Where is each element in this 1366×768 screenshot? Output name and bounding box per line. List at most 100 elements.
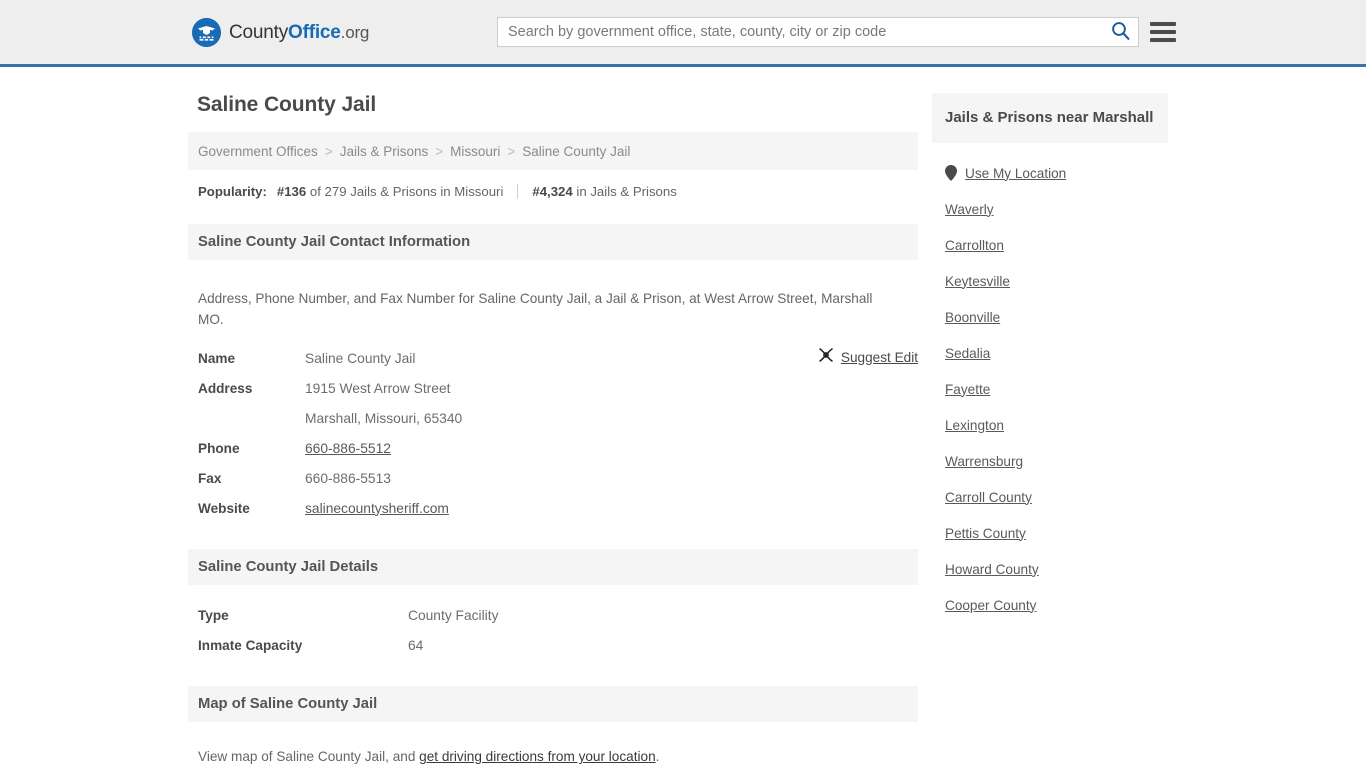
breadcrumb-item-current: Saline County Jail [522,143,631,159]
contact-row-address-line2: Marshall, Missouri, 65340 [198,404,908,434]
contact-row-phone: Phone 660-886-5512 [198,434,908,464]
contact-key-website: Website [198,500,250,516]
popularity-overall-suffix: in Jails & Prisons [576,184,677,199]
popularity-divider [517,184,519,199]
sidebar-item-pettis-county[interactable]: Pettis County [945,515,1178,551]
hamburger-menu-icon-bar [1150,22,1176,26]
search-button[interactable] [1102,18,1138,46]
sidebar-item-sedalia[interactable]: Sedalia [945,335,1178,371]
sidebar-link-fayette[interactable]: Fayette [945,382,990,397]
search-input[interactable] [498,18,1102,46]
contact-key-fax: Fax [198,470,222,486]
map-section-heading: Map of Saline County Jail [188,685,918,722]
page-title: Saline County Jail [197,93,377,116]
details-section-heading: Saline County Jail Details [188,548,918,585]
contact-key-phone: Phone [198,440,240,456]
suggest-edit-button[interactable]: Suggest Edit [818,347,918,368]
details-row-inmate-capacity: Inmate Capacity 64 [198,631,908,661]
popularity-overall-rank: #4,324 [532,184,573,199]
suggest-edit-icon [818,347,834,368]
page-body: Saline County Jail Government Offices > … [0,67,1366,768]
site-header: CountyOffice.org [0,0,1366,67]
contact-value-website: salinecountysheriff.com [305,494,449,524]
sidebar-item-warrensburg[interactable]: Warrensburg [945,443,1178,479]
contact-row-fax: Fax 660-886-5513 [198,464,908,494]
use-my-location-link[interactable]: Use My Location [965,166,1066,181]
sidebar-link-cooper-county[interactable]: Cooper County [945,598,1036,613]
search-bar[interactable] [497,17,1139,47]
breadcrumb-separator-icon: > [507,143,516,159]
breadcrumb-separator-icon: > [435,143,444,159]
brand-text-tld: .org [340,22,370,42]
contact-key-address: Address [198,380,253,396]
contact-row-address: Address 1915 West Arrow Street [198,374,908,404]
main-column: Saline County Jail Government Offices > … [188,67,918,768]
sidebar-link-howard-county[interactable]: Howard County [945,562,1039,577]
contact-value-address-line1: 1915 West Arrow Street [305,380,451,396]
map-description-suffix: . [655,749,660,765]
sidebar-link-carroll-county[interactable]: Carroll County [945,490,1032,505]
sidebar-item-use-my-location[interactable]: Use My Location [945,155,1178,191]
contact-section-heading: Saline County Jail Contact Information [188,224,918,260]
sidebar-item-carrollton[interactable]: Carrollton [945,227,1178,263]
content-wrapper: Saline County Jail Government Offices > … [188,67,1178,768]
details-value-inmate-capacity: 64 [408,637,424,653]
sidebar-link-lexington[interactable]: Lexington [945,418,1004,433]
map-pin-icon [945,165,957,181]
contact-information-table: Suggest Edit Name Saline County Jail Add… [188,344,918,524]
popularity-state-suffix: of 279 Jails & Prisons in Missouri [309,184,504,199]
contact-key-name: Name [198,350,236,366]
contact-value-phone: 660-886-5512 [305,434,391,464]
brand-text-office: Office [288,21,341,43]
suggest-edit-label: Suggest Edit [840,349,918,365]
hamburger-menu-icon-bar [1150,30,1176,34]
contact-value-fax: 660-886-5513 [305,470,391,486]
sidebar-item-keytesville[interactable]: Keytesville [945,263,1178,299]
breadcrumb-item-missouri[interactable]: Missouri [450,144,500,159]
sidebar-item-carroll-county[interactable]: Carroll County [945,479,1178,515]
contact-value-name: Saline County Jail [305,350,416,366]
sidebar-link-keytesville[interactable]: Keytesville [945,274,1010,289]
details-table: Type County Facility Inmate Capacity 64 [188,601,918,661]
sidebar-link-boonville[interactable]: Boonville [945,310,1000,325]
details-key-type: Type [198,607,229,623]
hamburger-menu-button[interactable] [1150,19,1176,45]
sidebar-item-waverly[interactable]: Waverly [945,191,1178,227]
details-value-type: County Facility [408,607,499,623]
map-description-prefix: View map of Saline County Jail, and [198,749,420,765]
sidebar-item-cooper-county[interactable]: Cooper County [945,587,1178,623]
popularity-row: Popularity: #136 of 279 Jails & Prisons … [188,170,918,199]
breadcrumb-separator-icon: > [324,143,333,159]
breadcrumb-item-jails-prisons[interactable]: Jails & Prisons [340,144,429,159]
map-section-description: View map of Saline County Jail, and get … [188,735,918,764]
sidebar: Jails & Prisons near Marshall Use My Loc… [918,67,1178,768]
phone-link[interactable]: 660-886-5512 [305,441,391,456]
breadcrumb: Government Offices > Jails & Prisons > M… [188,132,918,170]
popularity-state-rank: #136 [276,184,307,199]
sidebar-link-sedalia[interactable]: Sedalia [945,346,990,361]
contact-section-description: Address, Phone Number, and Fax Number fo… [198,290,873,327]
contact-row-name: Name Saline County Jail [198,344,908,374]
sidebar-list: Use My Location Waverly Carrollton Keyte… [932,155,1178,623]
popularity-label: Popularity: [198,184,267,199]
eagle-seal-logo-icon [192,18,221,47]
sidebar-item-howard-county[interactable]: Howard County [945,551,1178,587]
sidebar-link-carrollton[interactable]: Carrollton [945,238,1004,253]
sidebar-heading: Jails & Prisons near Marshall [932,93,1168,143]
brand-text-county: County [229,21,289,43]
breadcrumb-item-government-offices[interactable]: Government Offices [198,144,318,159]
hamburger-menu-icon-bar [1150,38,1176,42]
sidebar-item-boonville[interactable]: Boonville [945,299,1178,335]
search-icon [1111,21,1130,43]
site-logo-link[interactable]: CountyOffice.org [192,18,369,47]
sidebar-link-warrensburg[interactable]: Warrensburg [945,454,1023,469]
contact-value-address-line2: Marshall, Missouri, 65340 [305,410,463,426]
website-link[interactable]: salinecountysheriff.com [305,501,449,516]
sidebar-link-waverly[interactable]: Waverly [945,202,994,217]
sidebar-link-pettis-county[interactable]: Pettis County [945,526,1026,541]
sidebar-item-fayette[interactable]: Fayette [945,371,1178,407]
sidebar-item-lexington[interactable]: Lexington [945,407,1178,443]
driving-directions-link[interactable]: get driving directions from your locatio… [419,749,656,764]
contact-row-website: Website salinecountysheriff.com [198,494,908,524]
details-row-type: Type County Facility [198,601,908,631]
